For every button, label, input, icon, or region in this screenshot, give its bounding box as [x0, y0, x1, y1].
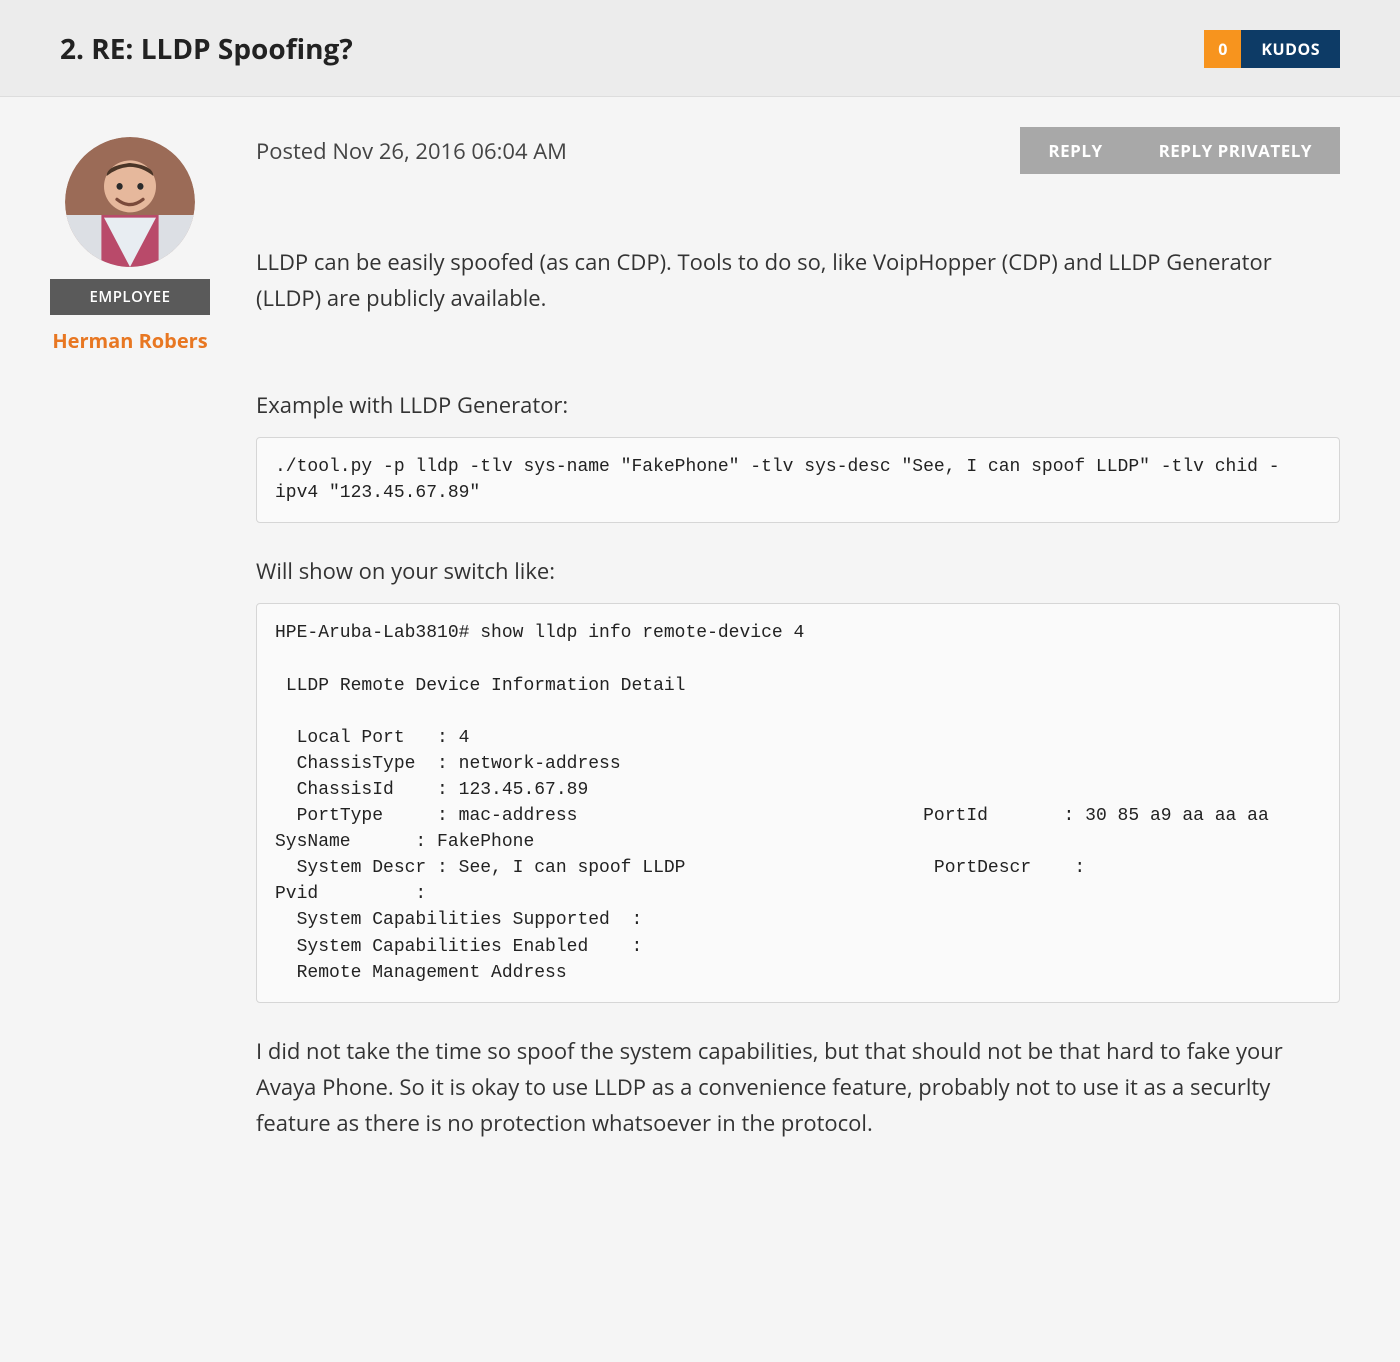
posted-timestamp: Posted Nov 26, 2016 06:04 AM [256, 136, 567, 166]
avatar[interactable] [65, 137, 195, 267]
body-paragraph: I did not take the time so spoof the sys… [256, 1033, 1340, 1142]
code-block: HPE-Aruba-Lab3810# show lldp info remote… [256, 603, 1340, 1002]
author-column: EMPLOYEE Herman Robers [40, 127, 220, 1178]
reply-button[interactable]: REPLY [1020, 127, 1130, 174]
code-block: ./tool.py -p lldp -tlv sys-name "FakePho… [256, 437, 1340, 523]
body-paragraph: Will show on your switch like: [256, 553, 1340, 589]
kudos-button[interactable]: KUDOS [1241, 30, 1340, 68]
kudos-widget: 0 KUDOS [1204, 30, 1340, 68]
author-name[interactable]: Herman Robers [40, 329, 220, 353]
author-badge: EMPLOYEE [50, 279, 210, 315]
post-header: 2. RE: LLDP Spoofing? 0 KUDOS [0, 0, 1400, 97]
post-content: Posted Nov 26, 2016 06:04 AM REPLY REPLY… [220, 127, 1360, 1178]
body-paragraph: Example with LLDP Generator: [256, 387, 1340, 423]
kudos-count: 0 [1204, 30, 1241, 68]
reply-button-group: REPLY REPLY PRIVATELY [1020, 127, 1340, 174]
body-paragraph: LLDP can be easily spoofed (as can CDP).… [256, 244, 1340, 317]
reply-privately-button[interactable]: REPLY PRIVATELY [1131, 127, 1340, 174]
post-title: 2. RE: LLDP Spoofing? [60, 30, 353, 68]
